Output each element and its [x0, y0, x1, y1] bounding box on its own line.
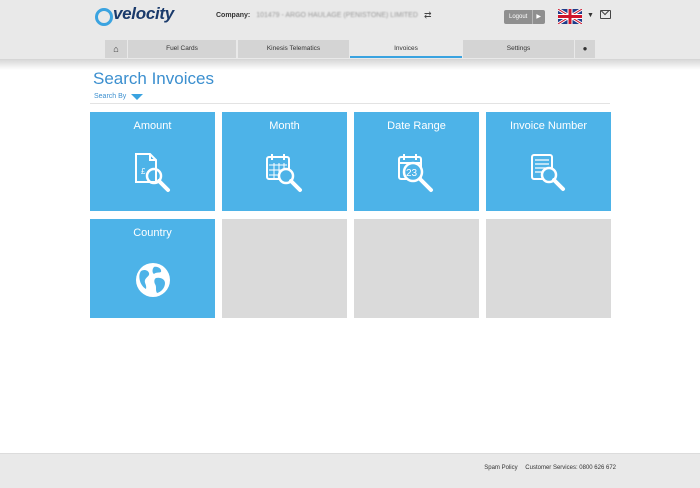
amount-search-icon: £	[135, 153, 170, 192]
tile-date-range[interactable]: Date Range 23	[354, 112, 479, 211]
velocity-logo[interactable]: velocity	[95, 4, 177, 26]
divider	[90, 103, 610, 104]
nav-label: Settings	[506, 45, 531, 52]
chevron-down-icon[interactable]	[131, 94, 143, 100]
nav-label: Kinesis Telematics	[266, 45, 321, 52]
nav-kinesis-telematics[interactable]: Kinesis Telematics	[238, 40, 349, 58]
play-icon: ▶	[532, 10, 541, 24]
calendar-search-icon	[266, 154, 302, 192]
swap-icon[interactable]: ⇄	[424, 10, 432, 21]
nav-label: Fuel Cards	[166, 45, 198, 52]
nav-user[interactable]: ●	[575, 40, 595, 58]
language-dropdown-icon[interactable]: ▼	[587, 12, 594, 19]
header: velocity Company: 101479 - ARGO HAULAGE …	[0, 0, 700, 60]
invoice-search-icon	[531, 154, 565, 191]
svg-text:£: £	[141, 167, 146, 176]
logo-text: velocity	[113, 4, 174, 23]
logout-button[interactable]: Logout ▶	[504, 10, 545, 24]
page-title: Search Invoices	[93, 69, 214, 88]
company-info: Company: 101479 - ARGO HAULAGE (PENISTON…	[216, 12, 418, 19]
date-range-search-icon: 23	[398, 154, 433, 192]
nav-label: Invoices	[394, 45, 418, 52]
tile-empty	[222, 219, 347, 318]
home-icon: ⌂	[113, 44, 119, 54]
nav-settings[interactable]: Settings	[463, 40, 574, 58]
tile-empty	[354, 219, 479, 318]
tile-empty	[486, 219, 611, 318]
spam-policy-link[interactable]: Spam Policy	[484, 465, 517, 471]
globe-icon	[136, 263, 170, 297]
logout-label: Logout	[509, 14, 528, 20]
date-number: 23	[406, 168, 418, 179]
customer-services-text: Customer Services: 0800 626 672	[525, 465, 616, 471]
tile-label: Date Range	[387, 120, 446, 132]
tile-invoice-number[interactable]: Invoice Number	[486, 112, 611, 211]
nav-fuel-cards[interactable]: Fuel Cards	[128, 40, 236, 58]
tile-label: Invoice Number	[509, 120, 588, 132]
tile-label: Month	[269, 120, 300, 132]
company-value: 101479 - ARGO HAULAGE (PENISTONE) LIMITE…	[256, 12, 418, 19]
envelope-icon[interactable]	[600, 10, 611, 19]
tile-month[interactable]: Month	[222, 112, 347, 211]
search-by-toggle[interactable]: Search By	[94, 93, 126, 100]
user-icon: ●	[582, 44, 588, 53]
uk-flag-icon[interactable]	[558, 9, 582, 24]
company-label: Company:	[216, 12, 251, 19]
tile-country[interactable]: Country	[90, 219, 215, 318]
nav-invoices[interactable]: Invoices	[350, 40, 462, 58]
footer: Spam Policy Customer Services: 0800 626 …	[0, 453, 700, 488]
tile-label: Amount	[133, 120, 172, 132]
tile-label: Country	[133, 227, 172, 239]
nav-home[interactable]: ⌂	[105, 40, 127, 58]
tile-amount[interactable]: Amount £	[90, 112, 215, 211]
footer-links: Spam Policy Customer Services: 0800 626 …	[478, 465, 616, 471]
logo-mark	[95, 8, 113, 26]
